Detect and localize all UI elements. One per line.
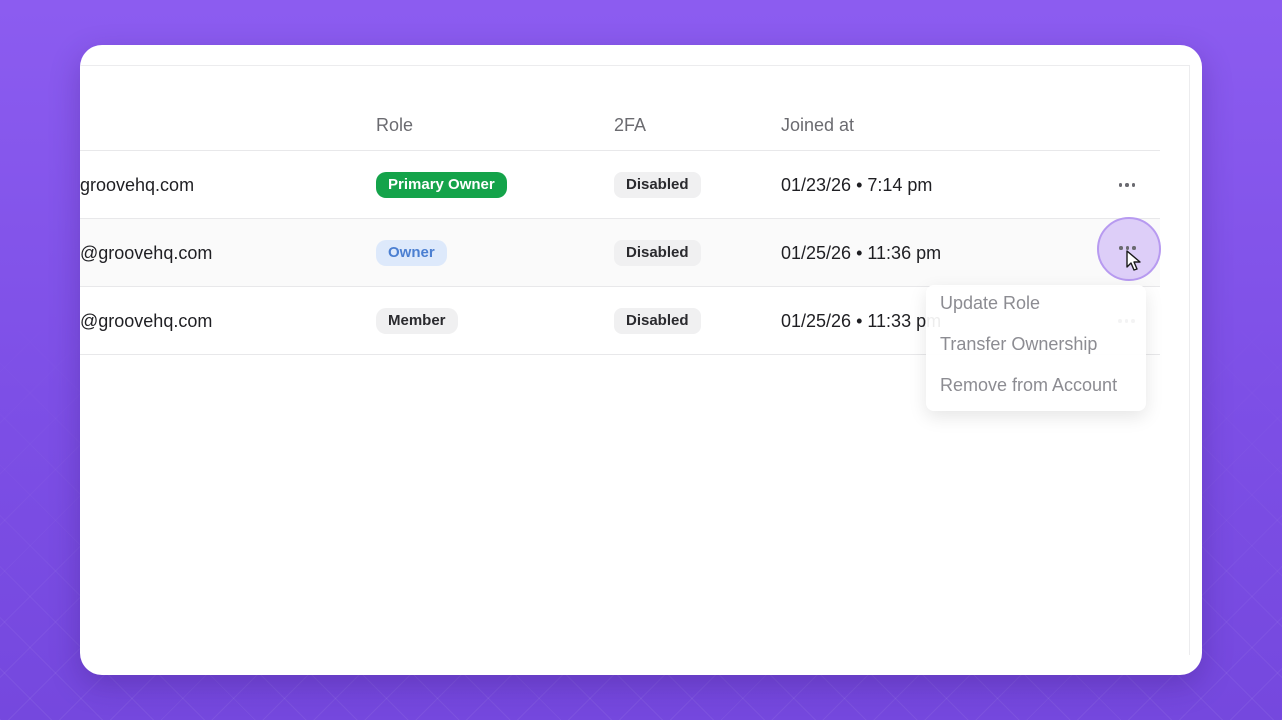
joined-at: 01/25/26 • 11:33 pm (781, 310, 942, 331)
header-joined-at: Joined at (781, 115, 855, 135)
card-top-divider (80, 65, 1190, 66)
role-badge-primary-owner: Primary Owner (376, 172, 507, 198)
header-role: Role (376, 115, 414, 135)
table-row: @groovehq.com Owner Disabled 01/25/26 • … (80, 219, 1160, 287)
menu-item-transfer-ownership[interactable]: Transfer Ownership (940, 334, 1097, 355)
pointer-cursor-icon (1126, 250, 1141, 271)
menu-item-remove-from-account[interactable]: Remove from Account (940, 375, 1117, 396)
card-right-divider (1189, 65, 1190, 655)
member-email: @groovehq.com (80, 310, 213, 331)
2fa-status-badge: Disabled (614, 308, 701, 334)
more-horizontal-icon (1118, 183, 1136, 187)
menu-item-update-role[interactable]: Update Role (940, 293, 1040, 314)
header-2fa: 2FA (614, 115, 647, 135)
row-actions-button[interactable] (1114, 151, 1140, 219)
2fa-status-badge: Disabled (614, 240, 701, 266)
role-badge-owner: Owner (376, 240, 447, 266)
more-horizontal-icon (1119, 246, 1136, 250)
member-email: @groovehq.com (80, 242, 213, 263)
row-actions-menu: Update Role Transfer Ownership Remove fr… (926, 285, 1146, 411)
2fa-status-badge: Disabled (614, 172, 701, 198)
table-row: groovehq.com Primary Owner Disabled 01/2… (80, 151, 1160, 219)
joined-at: 01/25/26 • 11:36 pm (781, 242, 942, 263)
member-email: groovehq.com (80, 174, 195, 195)
members-card: Role 2FA Joined at groovehq.com Primary … (80, 45, 1202, 675)
joined-at: 01/23/26 • 7:14 pm (781, 174, 933, 195)
role-badge-member: Member (376, 308, 458, 334)
